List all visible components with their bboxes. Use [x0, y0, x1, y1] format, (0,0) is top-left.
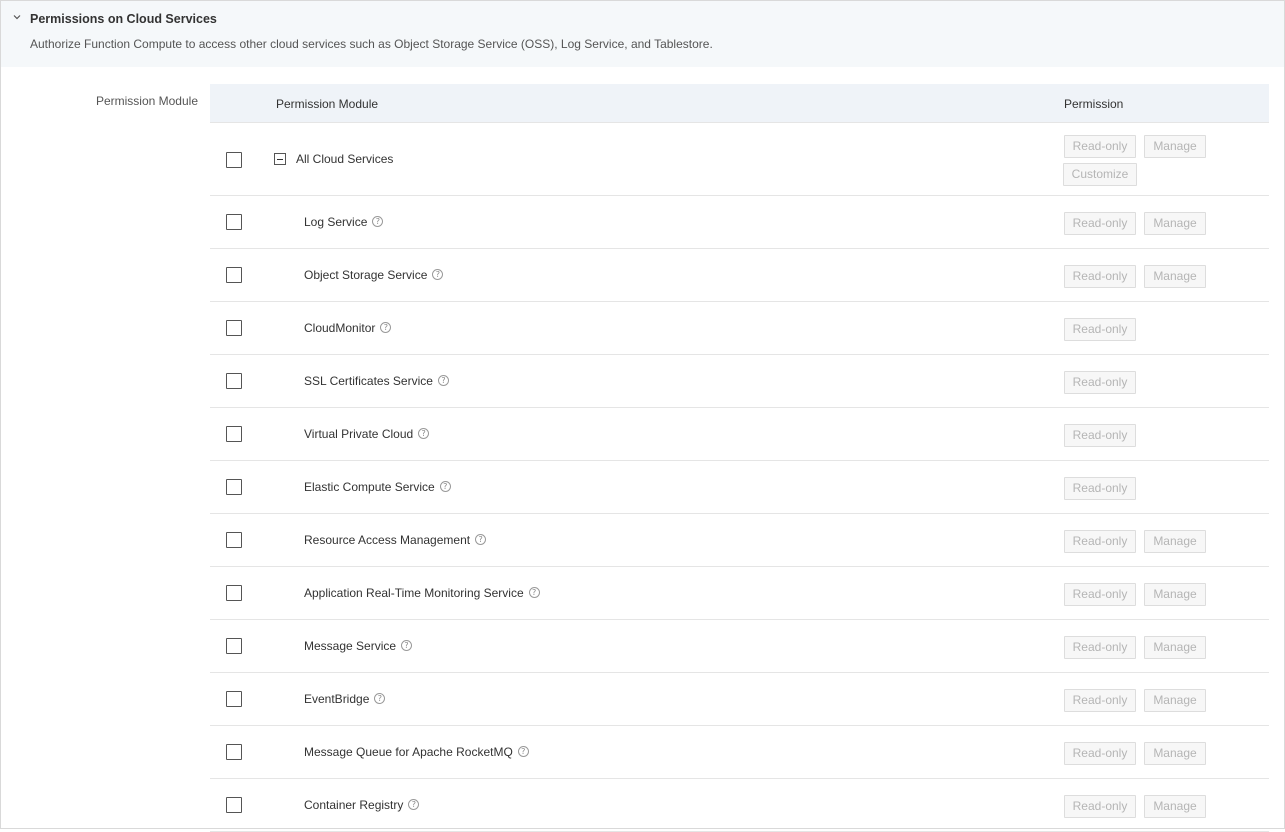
section-title: Permissions on Cloud Services — [30, 12, 217, 26]
service-name-label: Log Service — [304, 215, 368, 229]
service-name-label: Container Registry — [304, 798, 404, 812]
service-name-label: Virtual Private Cloud — [304, 427, 414, 441]
field-label: Permission Module — [95, 94, 198, 108]
help-icon[interactable]: ? — [380, 322, 392, 334]
checkbox[interactable] — [226, 426, 242, 442]
service-name-label: Resource Access Management — [304, 533, 471, 547]
help-icon[interactable]: ? — [437, 375, 449, 387]
all-services-label: All Cloud Services — [296, 152, 394, 166]
service-name: Elastic Compute Service? — [304, 480, 451, 494]
manage-button[interactable]: Manage — [1144, 265, 1206, 288]
manage-button[interactable]: Manage — [1144, 212, 1206, 235]
table-row: Log Service? Read-only Manage — [210, 196, 1269, 249]
service-name: Object Storage Service? — [304, 268, 444, 282]
help-icon[interactable]: ? — [374, 693, 386, 705]
service-name: Application Real-Time Monitoring Service… — [304, 586, 540, 600]
service-name: SSL Certificates Service? — [304, 374, 449, 388]
section-description: Authorize Function Compute to access oth… — [30, 37, 713, 51]
service-name: Message Service? — [304, 639, 413, 653]
service-name-label: Application Real-Time Monitoring Service — [304, 586, 524, 600]
table-row: CloudMonitor? Read-only — [210, 302, 1269, 355]
manage-button[interactable]: Manage — [1144, 795, 1206, 818]
checkbox[interactable] — [226, 373, 242, 389]
service-name: EventBridge? — [304, 692, 386, 706]
service-name-label: Message Service — [304, 639, 397, 653]
manage-button[interactable]: Manage — [1144, 636, 1206, 659]
table-row: SSL Certificates Service? Read-only — [210, 355, 1269, 408]
service-name: Container Registry? — [304, 798, 420, 812]
help-icon[interactable]: ? — [439, 481, 451, 493]
checkbox[interactable] — [226, 744, 242, 760]
service-name: Log Service? — [304, 215, 384, 229]
column-header-permission: Permission — [1064, 97, 1124, 111]
read-only-button[interactable]: Read-only — [1064, 742, 1136, 765]
checkbox[interactable] — [226, 797, 242, 813]
manage-button[interactable]: Manage — [1144, 530, 1206, 553]
help-icon[interactable]: ? — [528, 587, 540, 599]
read-only-button[interactable]: Read-only — [1064, 212, 1136, 235]
read-only-button[interactable]: Read-only — [1064, 795, 1136, 818]
service-name-label: Object Storage Service — [304, 268, 428, 282]
table-row: Object Storage Service? Read-only Manage — [210, 249, 1269, 302]
table-row: Elastic Compute Service? Read-only — [210, 461, 1269, 514]
manage-button[interactable]: Manage — [1144, 135, 1206, 158]
checkbox[interactable] — [226, 585, 242, 601]
service-name: Resource Access Management? — [304, 533, 487, 547]
help-icon[interactable]: ? — [432, 269, 444, 281]
permission-table: Permission Module Permission All Cloud S… — [210, 84, 1269, 832]
table-row: EventBridge? Read-only Manage — [210, 673, 1269, 726]
read-only-button[interactable]: Read-only — [1064, 583, 1136, 606]
help-icon[interactable]: ? — [418, 428, 430, 440]
table-header: Permission Module Permission — [210, 84, 1269, 123]
read-only-button[interactable]: Read-only — [1064, 424, 1136, 447]
service-name: Virtual Private Cloud? — [304, 427, 430, 441]
read-only-button[interactable]: Read-only — [1064, 135, 1136, 158]
table-row: Application Real-Time Monitoring Service… — [210, 567, 1269, 620]
table-row: Virtual Private Cloud? Read-only — [210, 408, 1269, 461]
manage-button[interactable]: Manage — [1144, 742, 1206, 765]
table-row: Message Service? Read-only Manage — [210, 620, 1269, 673]
service-name: Message Queue for Apache RocketMQ? — [304, 745, 529, 759]
manage-button[interactable]: Manage — [1144, 583, 1206, 606]
service-name-label: Message Queue for Apache RocketMQ — [304, 745, 513, 759]
read-only-button[interactable]: Read-only — [1064, 477, 1136, 500]
help-icon[interactable]: ? — [401, 640, 413, 652]
service-name-label: EventBridge — [304, 692, 370, 706]
service-name-label: SSL Certificates Service — [304, 374, 433, 388]
permissions-panel: Permissions on Cloud Services Authorize … — [0, 0, 1285, 832]
read-only-button[interactable]: Read-only — [1064, 636, 1136, 659]
help-icon[interactable]: ? — [372, 216, 384, 228]
checkbox[interactable] — [226, 152, 242, 168]
service-name-label: CloudMonitor — [304, 321, 376, 335]
help-icon[interactable]: ? — [475, 534, 487, 546]
read-only-button[interactable]: Read-only — [1064, 265, 1136, 288]
service-name-label: Elastic Compute Service — [304, 480, 435, 494]
collapse-icon[interactable] — [274, 153, 286, 165]
table-row: Resource Access Management? Read-only Mana… — [210, 514, 1269, 567]
read-only-button[interactable]: Read-only — [1064, 318, 1136, 341]
table-row-all: All Cloud Services Read-only Manage Cust… — [210, 123, 1269, 196]
table-row: Container Registry? Read-only Manage — [210, 779, 1269, 832]
checkbox[interactable] — [226, 691, 242, 707]
section-header[interactable]: Permissions on Cloud Services Authorize … — [1, 1, 1284, 67]
checkbox[interactable] — [226, 479, 242, 495]
help-icon[interactable]: ? — [517, 746, 529, 758]
checkbox[interactable] — [226, 214, 242, 230]
chevron-down-icon[interactable] — [12, 12, 22, 22]
checkbox[interactable] — [226, 532, 242, 548]
read-only-button[interactable]: Read-only — [1064, 689, 1136, 712]
service-name: CloudMonitor? — [304, 321, 392, 335]
checkbox[interactable] — [226, 638, 242, 654]
table-row: Message Queue for Apache RocketMQ? Read-o… — [210, 726, 1269, 779]
help-icon[interactable]: ? — [408, 799, 420, 811]
column-header-module: Permission Module — [276, 97, 379, 111]
read-only-button[interactable]: Read-only — [1064, 371, 1136, 394]
checkbox[interactable] — [226, 320, 242, 336]
checkbox[interactable] — [226, 267, 242, 283]
customize-button[interactable]: Customize — [1063, 163, 1137, 186]
manage-button[interactable]: Manage — [1144, 689, 1206, 712]
read-only-button[interactable]: Read-only — [1064, 530, 1136, 553]
